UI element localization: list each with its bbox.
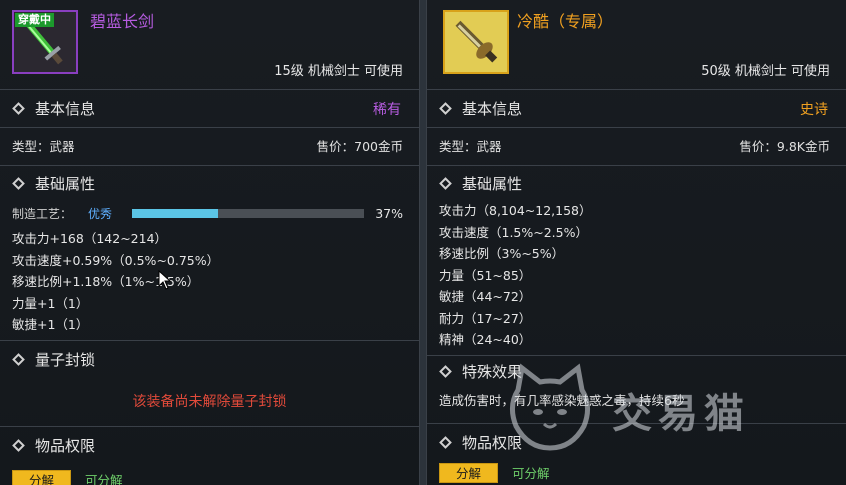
decompose-button[interactable]: 分解 xyxy=(439,462,499,483)
right-perm-row: 分解 可分解 xyxy=(427,462,846,484)
section-title: 基本信息 xyxy=(35,100,96,118)
left-seal-header: 量子封锁 xyxy=(0,341,419,379)
stat-line: 力量+1（1） xyxy=(12,295,89,311)
decompose-status: 可分解 xyxy=(85,473,123,485)
stat-line: 力量（51~85） xyxy=(439,267,532,283)
left-basic-info-header: 基本信息 稀有 xyxy=(0,90,419,128)
right-item-requirement: 50级 机械剑士 可使用 xyxy=(701,64,830,79)
section-title: 基本信息 xyxy=(462,100,523,118)
right-attrs-header: 基础属性 xyxy=(427,166,846,200)
right-item-type: 类型：武器 xyxy=(439,139,502,154)
equipped-badge: 穿戴中 xyxy=(15,13,54,27)
decompose-button[interactable]: 分解 xyxy=(12,469,72,485)
right-effect-header: 特殊效果 xyxy=(427,356,846,388)
left-item-header: 穿戴中 碧蓝长剑 15级 机械剑士 可使用 xyxy=(0,0,419,90)
stat-line: 移速比例（3%~5%） xyxy=(439,246,565,261)
right-perm-header: 物品权限 xyxy=(427,424,846,462)
section-title: 特殊效果 xyxy=(462,363,523,381)
craft-row: 制造工艺： 优秀 37% xyxy=(0,200,419,226)
diamond-icon xyxy=(12,439,25,452)
stat-line: 移速比例+1.18%（1%~1.5%） xyxy=(12,274,200,289)
section-title: 物品权限 xyxy=(35,437,96,455)
left-item-name: 碧蓝长剑 xyxy=(90,12,155,31)
right-stats-list: 攻击力（8,104~12,158） 攻击速度（1.5%~2.5%） 移速比例（3… xyxy=(427,200,846,356)
right-item-header: 冷酷（专属） 50级 机械剑士 可使用 xyxy=(427,0,846,90)
special-effect-text: 造成伤害时，有几率感染魅惑之毒，持续6秒 xyxy=(427,388,846,424)
right-item-icon[interactable] xyxy=(443,10,509,74)
sword-icon xyxy=(445,12,507,72)
cursor-icon xyxy=(158,270,172,290)
left-item-icon[interactable]: 穿戴中 xyxy=(12,10,78,74)
left-perm-row: 分解 可分解 xyxy=(0,465,419,485)
right-basic-info-row: 类型：武器 售价：9.8K金币 xyxy=(427,128,846,166)
right-item-price: 售价：9.8K金币 xyxy=(739,139,830,154)
stat-line: 敏捷（44~72） xyxy=(439,289,532,304)
craft-quality: 优秀 xyxy=(88,206,113,221)
stat-line: 攻击速度+0.59%（0.5%~0.75%） xyxy=(12,252,220,268)
section-title: 基础属性 xyxy=(35,174,96,193)
diamond-icon xyxy=(439,176,452,190)
left-attrs-header: 基础属性 xyxy=(0,166,419,200)
craft-label: 制造工艺： xyxy=(12,206,73,221)
craft-progress-bar xyxy=(132,208,364,218)
left-perm-header: 物品权限 xyxy=(0,427,419,465)
stat-line: 敏捷+1（1） xyxy=(12,317,89,332)
diamond-icon xyxy=(439,365,452,378)
stat-line: 攻击速度（1.5%~2.5%） xyxy=(439,224,588,240)
diamond-icon xyxy=(439,436,452,449)
seal-warning: 该装备尚未解除量子封锁 xyxy=(0,379,419,427)
decompose-status: 可分解 xyxy=(512,466,550,481)
left-item-type: 类型：武器 xyxy=(12,139,75,154)
left-rarity: 稀有 xyxy=(373,101,401,118)
craft-progress-fill xyxy=(132,208,218,218)
left-item-requirement: 15级 机械剑士 可使用 xyxy=(274,64,403,79)
diamond-icon xyxy=(12,353,25,366)
right-item-tooltip: 冷酷（专属） 50级 机械剑士 可使用 基本信息 史诗 类型：武器 售价：9.8… xyxy=(426,0,846,485)
right-item-name: 冷酷（专属） xyxy=(517,12,614,31)
right-rarity: 史诗 xyxy=(800,101,828,118)
stat-line: 精神（24~40） xyxy=(439,332,532,347)
craft-percent: 37% xyxy=(375,205,403,221)
left-item-price: 售价：700金币 xyxy=(316,139,403,154)
left-basic-info-row: 类型：武器 售价：700金币 xyxy=(0,128,419,166)
left-item-tooltip: 穿戴中 碧蓝长剑 15级 机械剑士 可使用 基本信息 稀有 类型：武器 售价：7… xyxy=(0,0,420,485)
diamond-icon xyxy=(12,176,25,190)
section-title: 量子封锁 xyxy=(35,351,96,369)
diamond-icon xyxy=(12,102,25,115)
stat-line: 攻击力（8,104~12,158） xyxy=(439,203,592,218)
right-basic-info-header: 基本信息 史诗 xyxy=(427,90,846,128)
section-title: 基础属性 xyxy=(462,174,523,193)
section-title: 物品权限 xyxy=(462,434,523,452)
diamond-icon xyxy=(439,102,452,115)
stat-line: 攻击力+168（142~214） xyxy=(12,231,168,246)
left-stats-list: 攻击力+168（142~214） 攻击速度+0.59%（0.5%~0.75%） … xyxy=(0,226,419,341)
stat-line: 耐力（17~27） xyxy=(439,310,532,326)
